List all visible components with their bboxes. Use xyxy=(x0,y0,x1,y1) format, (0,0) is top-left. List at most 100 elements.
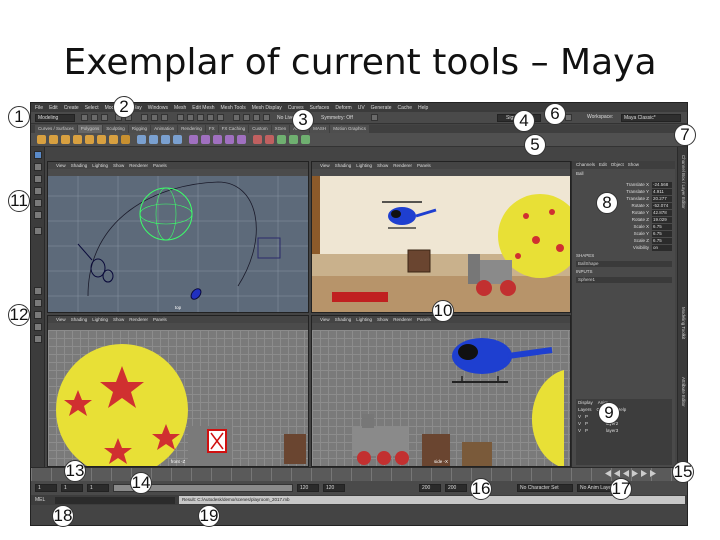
shelf-tab[interactable]: Curves / Surfaces xyxy=(35,125,77,133)
combine-icon[interactable] xyxy=(137,135,146,144)
last-tool-icon[interactable] xyxy=(34,227,42,235)
menu-uv[interactable]: UV xyxy=(358,105,365,111)
workspace-dropdown[interactable]: Maya Classic* xyxy=(621,114,681,122)
attribute-editor-side-tab[interactable]: Attribute Editor xyxy=(681,377,686,407)
target-weld-icon[interactable] xyxy=(237,135,246,144)
snap-view-icon[interactable] xyxy=(207,114,214,121)
viewport-perspective[interactable]: View Shading Lighting Show Renderer Pane… xyxy=(311,161,571,313)
layers-menu[interactable]: Layers xyxy=(578,407,592,412)
platonic-solid-icon[interactable] xyxy=(121,135,130,144)
poly-torus-icon[interactable] xyxy=(85,135,94,144)
shelf-tab[interactable]: MASH xyxy=(310,125,330,133)
channel-row[interactable]: Scale Z 6.75 xyxy=(576,237,672,244)
snap-curve-icon[interactable] xyxy=(187,114,194,121)
boolean-icon[interactable] xyxy=(173,135,182,144)
viewport-side[interactable]: View Shading Lighting Show Renderer Pane… xyxy=(311,315,571,467)
playback-end-field[interactable]: 120 xyxy=(297,484,319,492)
menu-mesh-tools[interactable]: Mesh Tools xyxy=(221,105,246,111)
history-icon[interactable] xyxy=(233,114,240,121)
move-tool-icon[interactable] xyxy=(34,187,42,195)
menu-deform[interactable]: Deform xyxy=(335,105,351,111)
channel-value[interactable]: 42.878 xyxy=(652,209,672,216)
panel-menu-show[interactable]: Show xyxy=(377,162,388,169)
play-forwards-icon[interactable] xyxy=(632,470,638,477)
display-layers-tab[interactable]: Display xyxy=(578,400,593,405)
mirror-icon[interactable] xyxy=(253,135,262,144)
current-frame-field[interactable]: 1 xyxy=(87,484,109,492)
channel-row[interactable]: Scale Y 6.75 xyxy=(576,230,672,237)
select-tool-icon[interactable] xyxy=(34,151,42,159)
menu-windows[interactable]: Windows xyxy=(148,105,168,111)
menu-file[interactable]: File xyxy=(35,105,43,111)
channel-value[interactable]: 6.75 xyxy=(652,230,672,237)
panel-menu-renderer[interactable]: Renderer xyxy=(393,162,412,169)
poly-disc-icon[interactable] xyxy=(109,135,118,144)
panel-menu-renderer[interactable]: Renderer xyxy=(129,162,148,169)
bridge-icon[interactable] xyxy=(201,135,210,144)
panel-menu-renderer[interactable]: Renderer xyxy=(393,316,412,323)
panel-menu-view[interactable]: View xyxy=(56,316,66,323)
shelf-tab[interactable]: Motion Graphics xyxy=(330,125,369,133)
panel-menu-shading[interactable]: Shading xyxy=(335,162,352,169)
panel-menu-shading[interactable]: Shading xyxy=(71,162,88,169)
panel-menu-lighting[interactable]: Lighting xyxy=(356,316,372,323)
render-frame-icon[interactable] xyxy=(243,114,250,121)
input-node-item[interactable]: Sphere1 xyxy=(576,277,672,283)
separate-icon[interactable] xyxy=(149,135,158,144)
object-menu[interactable]: Object xyxy=(611,161,624,169)
channel-row[interactable]: Rotate X -52.074 xyxy=(576,202,672,209)
menu-create[interactable]: Create xyxy=(64,105,79,111)
layer-name[interactable]: layer3 xyxy=(606,428,618,433)
channel-row[interactable]: Visibility on xyxy=(576,244,672,251)
viewport-front[interactable]: View Shading Lighting Show Renderer Pane… xyxy=(47,315,309,467)
panel-menu-view[interactable]: View xyxy=(56,162,66,169)
playback-start-field[interactable]: 1 xyxy=(61,484,83,492)
snap-surface-icon[interactable] xyxy=(217,114,224,121)
channel-row[interactable]: Translate Y 4.911 xyxy=(576,188,672,195)
multi-cut-icon[interactable] xyxy=(225,135,234,144)
mel-label[interactable]: MEL xyxy=(35,497,45,503)
command-input[interactable] xyxy=(55,497,175,504)
poly-plane-icon[interactable] xyxy=(97,135,106,144)
menu-set-dropdown[interactable]: Modeling xyxy=(35,114,75,122)
extrude-icon[interactable] xyxy=(189,135,198,144)
fill-hole-icon[interactable] xyxy=(265,135,274,144)
panel-menu-lighting[interactable]: Lighting xyxy=(92,162,108,169)
rotate-tool-icon[interactable] xyxy=(34,199,42,207)
panel-toolbar[interactable] xyxy=(48,169,308,176)
panel-menu-lighting[interactable]: Lighting xyxy=(356,162,372,169)
persp-graph-layout-icon[interactable] xyxy=(34,323,42,331)
symmetry-label[interactable]: Symmetry: Off xyxy=(321,115,353,121)
panel-menu-shading[interactable]: Shading xyxy=(335,316,352,323)
go-to-end-icon[interactable] xyxy=(650,470,656,477)
channel-row[interactable]: Scale X 6.75 xyxy=(576,223,672,230)
poly-sphere-icon[interactable] xyxy=(37,135,46,144)
end-time-field-2[interactable]: 200 xyxy=(445,484,467,492)
shelf-tab[interactable]: Sculpting xyxy=(103,125,128,133)
shape-node-item[interactable]: BallShape xyxy=(576,261,672,267)
panel-menu-show[interactable]: Show xyxy=(377,316,388,323)
attribute-editor-icon[interactable] xyxy=(565,114,572,121)
panel-menu-renderer[interactable]: Renderer xyxy=(129,316,148,323)
menu-surfaces[interactable]: Surfaces xyxy=(310,105,330,111)
ipr-render-icon[interactable] xyxy=(253,114,260,121)
shelf-tab[interactable]: Polygons xyxy=(77,125,103,133)
animation-start-field[interactable]: 1 xyxy=(35,484,57,492)
poly-cylinder-icon[interactable] xyxy=(61,135,70,144)
paint-select-icon[interactable] xyxy=(34,175,42,183)
end-time-field[interactable]: 200 xyxy=(419,484,441,492)
channel-value[interactable]: 19.029 xyxy=(652,216,672,223)
panel-menu-panels[interactable]: Panels xyxy=(417,162,431,169)
save-scene-icon[interactable] xyxy=(101,114,108,121)
render-settings-icon[interactable] xyxy=(263,114,270,121)
play-backwards-icon[interactable] xyxy=(623,470,629,477)
select-component-icon[interactable] xyxy=(161,114,168,121)
panel-toolbar[interactable] xyxy=(312,169,570,176)
open-scene-icon[interactable] xyxy=(91,114,98,121)
shelf-tab[interactable]: Animation xyxy=(151,125,178,133)
smooth-icon[interactable] xyxy=(161,135,170,144)
panel-menu-panels[interactable]: Panels xyxy=(153,162,167,169)
panel-toolbar[interactable] xyxy=(312,323,570,330)
panel-menu-panels[interactable]: Panels xyxy=(417,316,431,323)
modeling-toolkit-side-tab[interactable]: Modeling Toolkit xyxy=(681,307,686,339)
